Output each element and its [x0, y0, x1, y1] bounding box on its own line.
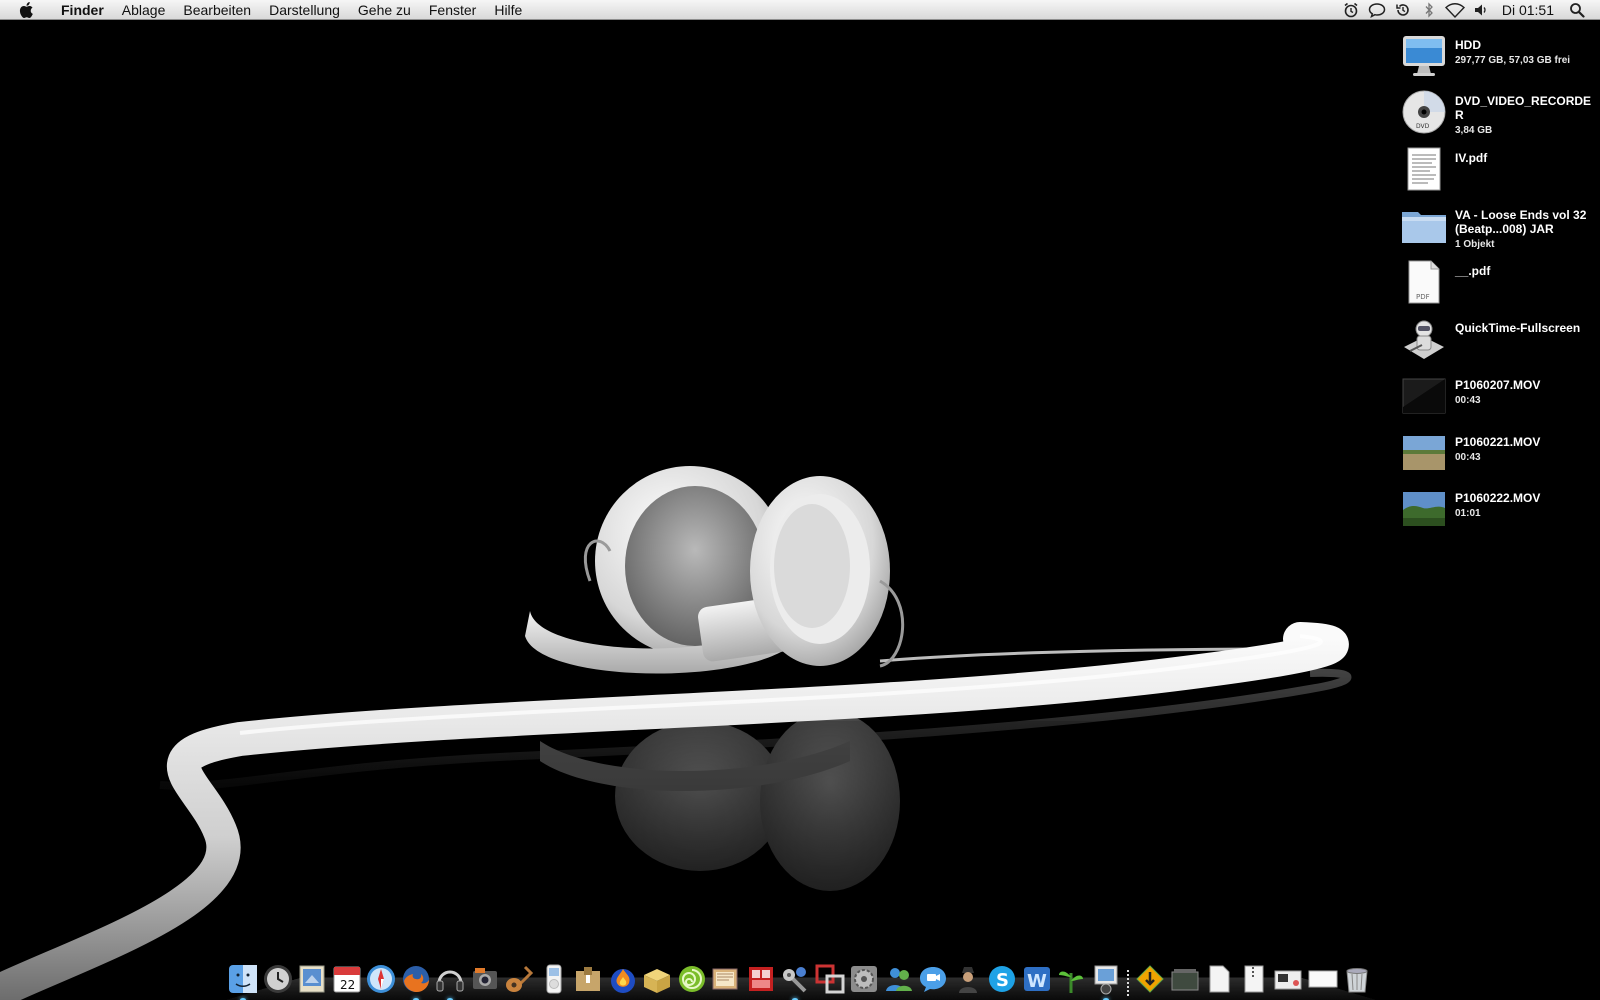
video-thumbnail-field-icon	[1400, 429, 1448, 477]
desktop-item-info: 3,84 GB	[1455, 125, 1493, 136]
finder-icon[interactable]	[226, 962, 260, 1000]
remote-desktop-icon[interactable]	[813, 962, 847, 996]
document-icon[interactable]	[1202, 962, 1236, 996]
desktop-item-dvd[interactable]: DVD DVD_VIDEO_RECORDER 3,84 GB	[1400, 88, 1600, 140]
folder-stack-icon[interactable]	[1271, 962, 1305, 996]
dock: 22 S W	[226, 950, 1376, 1000]
desktop-item-p1060207[interactable]: P1060207.MOV 00:43	[1400, 372, 1600, 424]
dvd-disc-icon: DVD	[1400, 88, 1448, 136]
desktop-item-name: P1060222.MOV	[1455, 491, 1541, 505]
desktop-item-name: __.pdf	[1455, 264, 1491, 278]
desktop-item-p1060222[interactable]: P1060222.MOV 01:01	[1400, 485, 1600, 537]
video-thumbnail-landscape-icon	[1400, 485, 1448, 533]
menu-fenster[interactable]: Fenster	[420, 0, 485, 20]
desktop-item-name: DVD_VIDEO_RECORDER	[1455, 94, 1592, 122]
zip-document-icon[interactable]	[1237, 962, 1271, 996]
wifi-icon[interactable]	[1442, 0, 1468, 20]
desktop-item-name: P1060221.MOV	[1455, 435, 1541, 449]
volume-icon[interactable]	[1468, 0, 1494, 20]
menu-clock[interactable]: Di 01:51	[1494, 2, 1564, 18]
desktop-item-name: HDD	[1455, 38, 1481, 52]
svg-text:W: W	[1027, 971, 1047, 992]
time-machine-icon[interactable]	[1390, 0, 1416, 20]
skype-icon[interactable]: S	[985, 962, 1019, 996]
menu-ablage[interactable]: Ablage	[113, 0, 175, 20]
preview-photos-icon[interactable]	[1089, 962, 1123, 1000]
burn-icon[interactable]	[606, 962, 640, 996]
utilities-icon[interactable]	[778, 962, 812, 1000]
pdf-document-icon	[1400, 145, 1448, 193]
automator-robot-icon	[1400, 315, 1448, 363]
spotlight-search-icon[interactable]	[1564, 0, 1590, 20]
desktop-item-p1060221[interactable]: P1060221.MOV 00:43	[1400, 429, 1600, 481]
messenger-icon[interactable]	[882, 962, 916, 996]
svg-text:PDF: PDF	[1416, 293, 1430, 301]
desktop-item-info: 1 Objekt	[1455, 239, 1495, 250]
desktop-item-underscore-pdf[interactable]: PDF __.pdf	[1400, 258, 1600, 310]
desktop-wallpaper	[0, 466, 1600, 1000]
desktop-item-hdd[interactable]: HDD 297,77 GB, 57,03 GB frei	[1400, 32, 1600, 84]
desktop-item-name: QuickTime-Fullscreen	[1455, 321, 1581, 335]
chartreuse-spiral-icon[interactable]	[675, 962, 709, 996]
iphoto-icon[interactable]	[468, 962, 502, 996]
word-icon[interactable]: W	[1020, 962, 1054, 996]
desktop-item-info: 297,77 GB, 57,03 GB frei	[1455, 55, 1571, 66]
headphones-illustration	[525, 466, 904, 674]
time-machine-icon[interactable]	[261, 962, 295, 996]
dock-separator	[1123, 956, 1133, 998]
ipod-icon[interactable]	[537, 962, 571, 996]
menu-bar: Finder Ablage Bearbeiten Darstellung Geh…	[0, 0, 1600, 20]
video-thumbnail-dark-icon	[1400, 372, 1448, 420]
apple-menu-icon[interactable]	[16, 0, 38, 20]
alarm-clock-icon[interactable]	[1338, 0, 1364, 20]
folder-icon	[1400, 202, 1448, 250]
svg-text:DVD: DVD	[1416, 123, 1430, 130]
system-preferences-icon[interactable]	[847, 962, 881, 996]
desktop-item-info: 00:43	[1455, 452, 1481, 463]
ical-date: 22	[340, 978, 355, 992]
desktop-item-folder[interactable]: VA - Loose Ends vol 32 (Beatp...008) JAR…	[1400, 202, 1600, 254]
ical-icon[interactable]: 22	[330, 962, 364, 996]
user-icon[interactable]	[951, 962, 985, 996]
menu-bearbeiten[interactable]: Bearbeiten	[174, 0, 260, 20]
desktop-item-iv-pdf[interactable]: IV.pdf	[1400, 145, 1600, 197]
blank-document-icon[interactable]	[1306, 962, 1340, 996]
desktop-item-name: IV.pdf	[1455, 151, 1488, 165]
desktop-item-name: VA - Loose Ends vol 32 (Beatp...008) JAR	[1455, 208, 1587, 236]
menu-hilfe[interactable]: Hilfe	[485, 0, 531, 20]
desktop-item-info: 00:43	[1455, 395, 1481, 406]
bluetooth-icon[interactable]	[1416, 0, 1442, 20]
mail-package-icon[interactable]	[640, 962, 674, 996]
transmit-icon[interactable]	[1133, 962, 1167, 996]
menu-gehe-zu[interactable]: Gehe zu	[349, 0, 420, 20]
imac-hard-drive-icon	[1400, 32, 1448, 80]
trash-icon[interactable]	[1340, 962, 1374, 996]
photo-booth-icon[interactable]	[744, 962, 778, 996]
iphoto-album-icon[interactable]	[709, 962, 743, 996]
desktop-item-info: 01:01	[1455, 508, 1481, 519]
desktop-item-name: P1060207.MOV	[1455, 378, 1541, 392]
garageband-icon[interactable]	[502, 962, 536, 996]
ichat-icon[interactable]	[916, 962, 950, 996]
svg-text:S: S	[996, 970, 1009, 991]
firefox-icon[interactable]	[399, 962, 433, 1000]
status-area: Di 01:51	[1338, 0, 1600, 20]
speech-bubble-icon[interactable]	[1364, 0, 1390, 20]
preview-icon[interactable]	[571, 962, 605, 996]
desktop-item-quicktime-fullscreen[interactable]: QuickTime-Fullscreen	[1400, 315, 1600, 367]
menu-darstellung[interactable]: Darstellung	[260, 0, 349, 20]
pdf-file-icon: PDF	[1400, 258, 1448, 306]
mail-stamp-icon[interactable]	[295, 962, 329, 996]
safari-icon[interactable]	[364, 962, 398, 996]
plant-icon[interactable]	[1054, 962, 1088, 996]
image-stack-icon[interactable]	[1168, 962, 1202, 996]
headphones-icon[interactable]	[433, 962, 467, 1000]
menu-finder[interactable]: Finder	[52, 0, 113, 20]
